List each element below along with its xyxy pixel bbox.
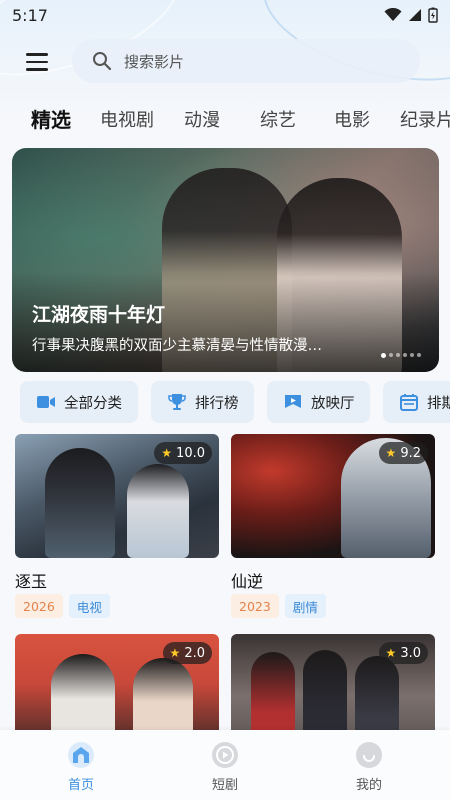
year-tag: 2023	[231, 594, 279, 618]
screening-hall-label: 放映厅	[311, 395, 355, 412]
year-tag: 2026	[15, 594, 63, 618]
all-categories-button[interactable]: 全部分类	[20, 381, 138, 423]
card-title: 逐玉	[15, 572, 48, 591]
banner-pagination[interactable]	[381, 353, 421, 358]
tab-tv-series[interactable]: 电视剧	[100, 106, 154, 132]
poster-image: ★ 10.0	[15, 434, 219, 558]
media-card[interactable]: ★ 9.2 仙逆 2023 剧情	[231, 434, 435, 618]
category-tabs: 精选 电视剧 动漫 综艺 电影 纪录片	[0, 104, 450, 136]
wifi-icon	[384, 8, 402, 21]
media-card[interactable]: ★ 10.0 逐玉 2026 电视	[15, 434, 219, 618]
search-icon	[93, 52, 112, 71]
star-icon: ★	[385, 646, 397, 660]
screening-hall-icon	[285, 395, 301, 408]
rating-badge: ★ 10.0	[154, 442, 212, 464]
nav-short-drama[interactable]: 短剧	[185, 742, 265, 793]
hamburger-icon	[26, 53, 48, 56]
video-camera-icon	[37, 396, 55, 408]
signal-icon	[409, 9, 421, 21]
search-placeholder: 搜索影片	[124, 52, 185, 71]
nav-profile-label: 我的	[355, 778, 382, 793]
genre-tag: 电视	[68, 594, 110, 618]
schedule-label: 排期	[427, 395, 450, 412]
status-bar: 5:17	[0, 0, 450, 32]
featured-banner[interactable]: 江湖夜雨十年灯 行事果决腹黑的双面少主慕清晏与性情散漫…	[12, 148, 439, 372]
calendar-icon	[400, 394, 418, 411]
profile-icon	[356, 742, 382, 768]
genre-tag: 剧情	[284, 594, 326, 618]
tab-documentary[interactable]: 纪录片	[400, 106, 450, 132]
nav-home-label: 首页	[67, 778, 94, 793]
status-time: 5:17	[12, 6, 48, 25]
trophy-icon	[168, 394, 186, 410]
banner-description: 行事果决腹黑的双面少主慕清晏与性情散漫…	[32, 338, 322, 354]
tab-variety[interactable]: 综艺	[260, 106, 296, 132]
play-circle-icon	[212, 742, 238, 768]
nav-profile[interactable]: 我的	[329, 742, 409, 793]
bottom-navigation: 首页 短剧 我的	[0, 730, 450, 800]
tab-featured[interactable]: 精选	[31, 104, 71, 133]
nav-home[interactable]: 首页	[41, 742, 121, 793]
tab-anime[interactable]: 动漫	[184, 106, 220, 132]
rating-badge: ★ 3.0	[378, 642, 428, 664]
banner-title: 江湖夜雨十年灯	[32, 304, 166, 326]
ranking-button[interactable]: 排行榜	[151, 381, 254, 423]
star-icon: ★	[161, 446, 173, 460]
menu-button[interactable]	[22, 48, 54, 76]
screening-hall-button[interactable]: 放映厅	[267, 381, 370, 423]
rating-badge: ★ 2.0	[162, 642, 212, 664]
all-categories-label: 全部分类	[64, 395, 122, 412]
home-icon	[68, 742, 94, 768]
search-input[interactable]: 搜索影片	[72, 39, 420, 83]
star-icon: ★	[169, 646, 181, 660]
nav-short-drama-label: 短剧	[211, 778, 238, 793]
schedule-button[interactable]: 排期	[383, 381, 450, 423]
star-icon: ★	[385, 446, 397, 460]
card-title: 仙逆	[231, 572, 264, 591]
rating-badge: ★ 9.2	[378, 442, 428, 464]
ranking-label: 排行榜	[195, 395, 239, 412]
battery-icon	[428, 7, 438, 23]
tab-movies[interactable]: 电影	[334, 106, 370, 132]
poster-image: ★ 9.2	[231, 434, 435, 558]
